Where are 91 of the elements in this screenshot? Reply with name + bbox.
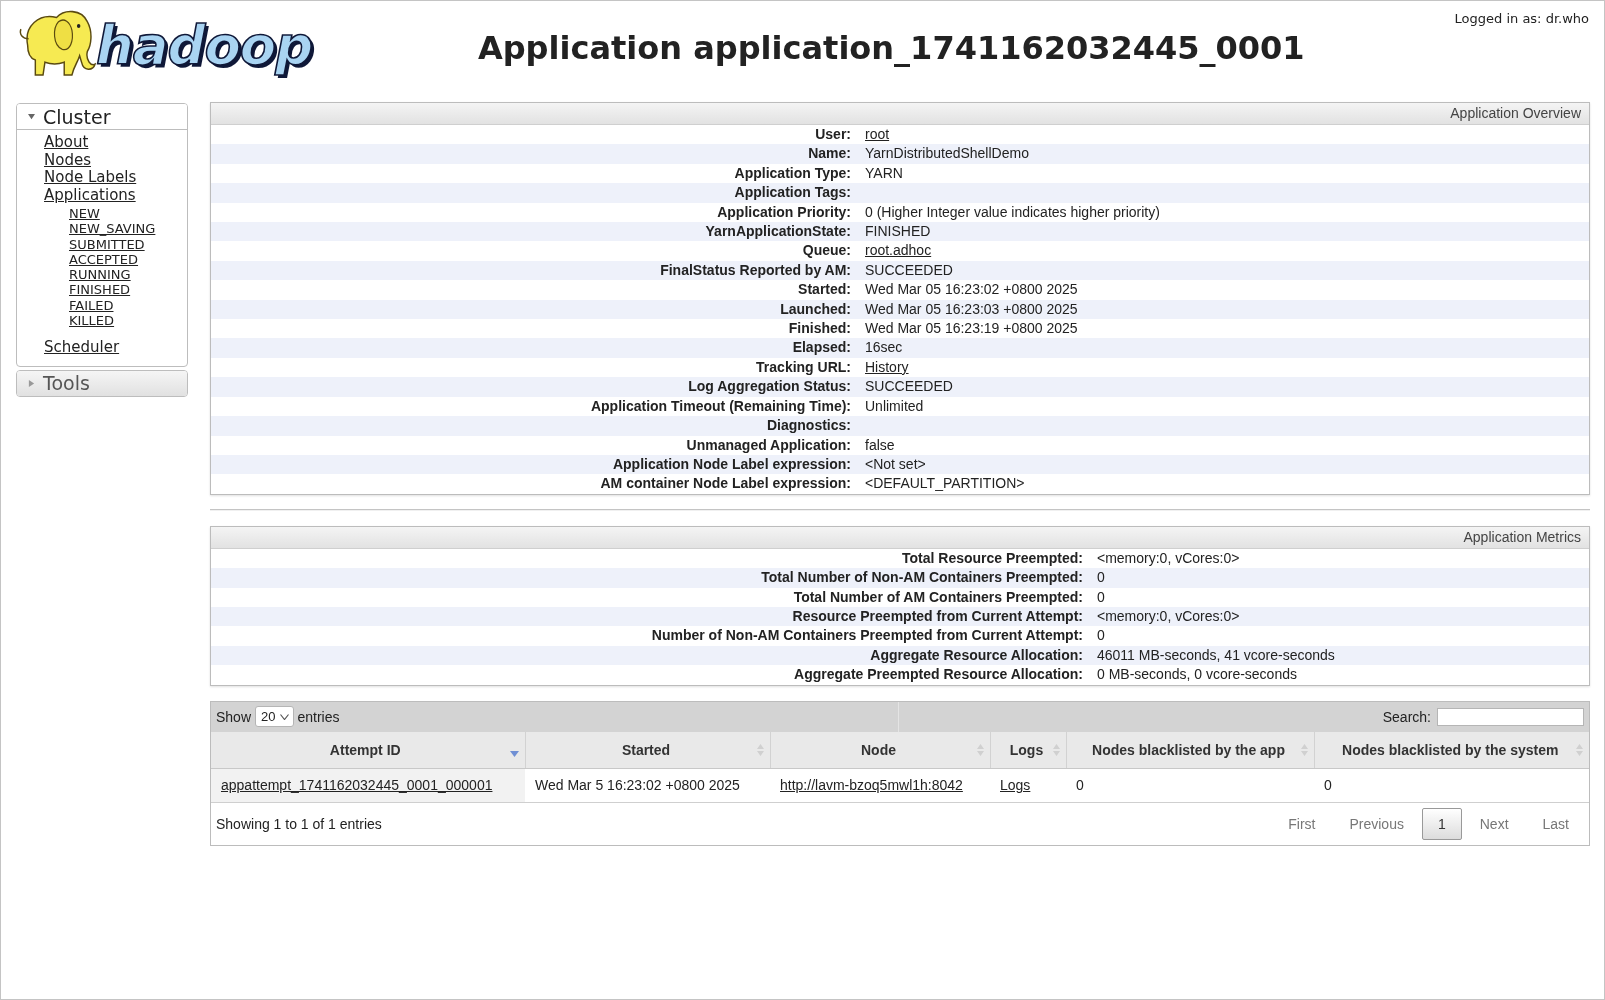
value-link[interactable]: root — [865, 126, 890, 142]
column-header[interactable]: Nodes blacklisted by the system — [1314, 731, 1589, 769]
field-value: 0 — [1097, 627, 1105, 644]
field-value: false — [865, 436, 895, 453]
field-label: YarnApplicationState: — [705, 223, 851, 240]
field-value: 0 MB-seconds, 0 vcore-seconds — [1097, 666, 1297, 683]
section-header[interactable]: Tools — [17, 370, 187, 396]
field-value: Unlimited — [865, 397, 924, 414]
table-link[interactable]: http://lavm-bzoq5mwl1h:8042 — [780, 777, 963, 794]
field-label: Application Timeout (Remaining Time): — [590, 397, 851, 414]
table-info: Showing 1 to 1 of 1 entries — [216, 815, 382, 832]
field-label: Launched: — [780, 300, 851, 317]
column-header[interactable]: Nodes blacklisted by the app — [1066, 731, 1314, 769]
field-label: Log Aggregation Status: — [688, 378, 851, 395]
field-value: Wed Mar 05 16:23:02 +0800 2025 — [865, 281, 1078, 298]
login-status: Logged in as: dr.who — [1454, 11, 1589, 26]
nav-sublink[interactable]: FAILED — [69, 297, 114, 313]
field-label: Total Resource Preempted: — [902, 549, 1083, 566]
caret-down-icon — [28, 113, 35, 120]
field-value: YarnDistributedShellDemo — [865, 145, 1029, 162]
elephant-logo-icon — [18, 10, 96, 76]
pagination-button[interactable]: 1 — [1421, 807, 1462, 840]
logo-wordmark: hadoop — [96, 16, 314, 76]
field-value: 16sec — [865, 339, 903, 356]
table-link[interactable]: Logs — [1000, 777, 1031, 794]
column-header[interactable]: Node — [770, 731, 990, 769]
search-label: Search: — [1382, 708, 1431, 725]
column-header[interactable]: Logs — [990, 731, 1066, 769]
field-value: SUCCEEDED — [865, 378, 953, 395]
section-header[interactable]: Cluster — [17, 104, 187, 130]
nav-link[interactable]: About — [44, 133, 89, 151]
column-header[interactable]: Started — [525, 731, 770, 769]
field-value: Wed Mar 05 16:23:03 +0800 2025 — [865, 300, 1078, 317]
search-field[interactable] — [1437, 707, 1584, 726]
nav-link[interactable]: Nodes — [44, 150, 91, 169]
field-label: Resource Preempted from Current Attempt: — [792, 607, 1083, 624]
nav-sublink[interactable]: NEW — [69, 206, 100, 221]
panel-title: Application Metrics — [1463, 528, 1581, 545]
field-label: Finished: — [788, 320, 851, 337]
nav-sublink[interactable]: FINISHED — [69, 282, 131, 298]
field-value: 0 — [1097, 588, 1105, 605]
nav-link[interactable]: Scheduler — [44, 338, 120, 357]
field-label: FinalStatus Reported by AM: — [660, 261, 851, 278]
field-value: <memory:0, vCores:0> — [1097, 549, 1240, 566]
column-header[interactable]: Attempt ID — [211, 731, 525, 769]
nav-sublink[interactable]: SUBMITTED — [69, 236, 145, 252]
field-label: Name: — [808, 145, 851, 162]
table-cell: 0 — [1066, 768, 1314, 803]
length-label: Show — [216, 708, 252, 725]
field-label: Unmanaged Application: — [686, 436, 851, 453]
nav-sublink[interactable]: KILLED — [69, 313, 115, 329]
value-link[interactable]: History — [865, 358, 909, 375]
field-label: Number of Non-AM Containers Preempted from Current Attempt: — [651, 627, 1083, 644]
nav-sublink[interactable]: ACCEPTED — [69, 251, 139, 267]
nav-sublink[interactable]: NEW_SAVING — [69, 221, 156, 237]
nav-link[interactable]: Applications — [44, 185, 136, 204]
field-label: Tracking URL: — [756, 358, 851, 375]
field-label: Application Node Label expression: — [612, 455, 851, 472]
field-label: Application Type: — [734, 164, 851, 181]
field-label: Total Number of AM Containers Preempted: — [793, 588, 1083, 605]
value-link[interactable]: root.adhoc — [865, 242, 932, 259]
field-label: User: — [815, 126, 851, 142]
field-label: Application Priority: — [717, 203, 851, 220]
page-title: Application application_1741162032445_0001 — [477, 29, 1305, 67]
field-label: Total Number of Non-AM Containers Preempted: — [761, 569, 1083, 586]
chevron-down-icon — [279, 713, 289, 720]
field-label: Queue: — [802, 242, 851, 259]
field-label: AM container Node Label expression: — [600, 475, 851, 492]
length-label: entries — [297, 708, 340, 725]
field-label: Aggregate Resource Allocation: — [870, 646, 1083, 663]
table-cell: 0 — [1314, 768, 1589, 803]
field-value: 0 — [1097, 569, 1105, 586]
field-label: Diagnostics: — [767, 417, 851, 434]
nav-link[interactable]: Node Labels — [44, 168, 137, 186]
caret-right-icon — [28, 379, 35, 387]
field-value: <memory:0, vCores:0> — [1097, 607, 1240, 624]
nav-sublink[interactable]: RUNNING — [69, 267, 131, 283]
field-value: 46011 MB-seconds, 41 vcore-seconds — [1097, 646, 1335, 663]
field-value: <Not set> — [865, 455, 926, 472]
field-value: YARN — [865, 164, 903, 181]
field-value: SUCCEEDED — [865, 261, 953, 278]
field-label: Elapsed: — [792, 339, 851, 356]
field-value: Wed Mar 05 16:23:19 +0800 2025 — [865, 320, 1078, 337]
field-label: Started: — [798, 281, 851, 298]
panel-title: Application Overview — [1450, 105, 1581, 121]
field-value: FINISHED — [865, 223, 931, 240]
page-size-select[interactable]: 20 — [255, 706, 294, 728]
field-value: <DEFAULT_PARTITION> — [865, 475, 1025, 492]
field-label: Aggregate Preempted Resource Allocation: — [794, 666, 1083, 683]
table-cell: Wed Mar 5 16:23:02 +0800 2025 — [525, 768, 770, 803]
field-value: 0 (Higher Integer value indicates higher priority) — [865, 203, 1160, 220]
